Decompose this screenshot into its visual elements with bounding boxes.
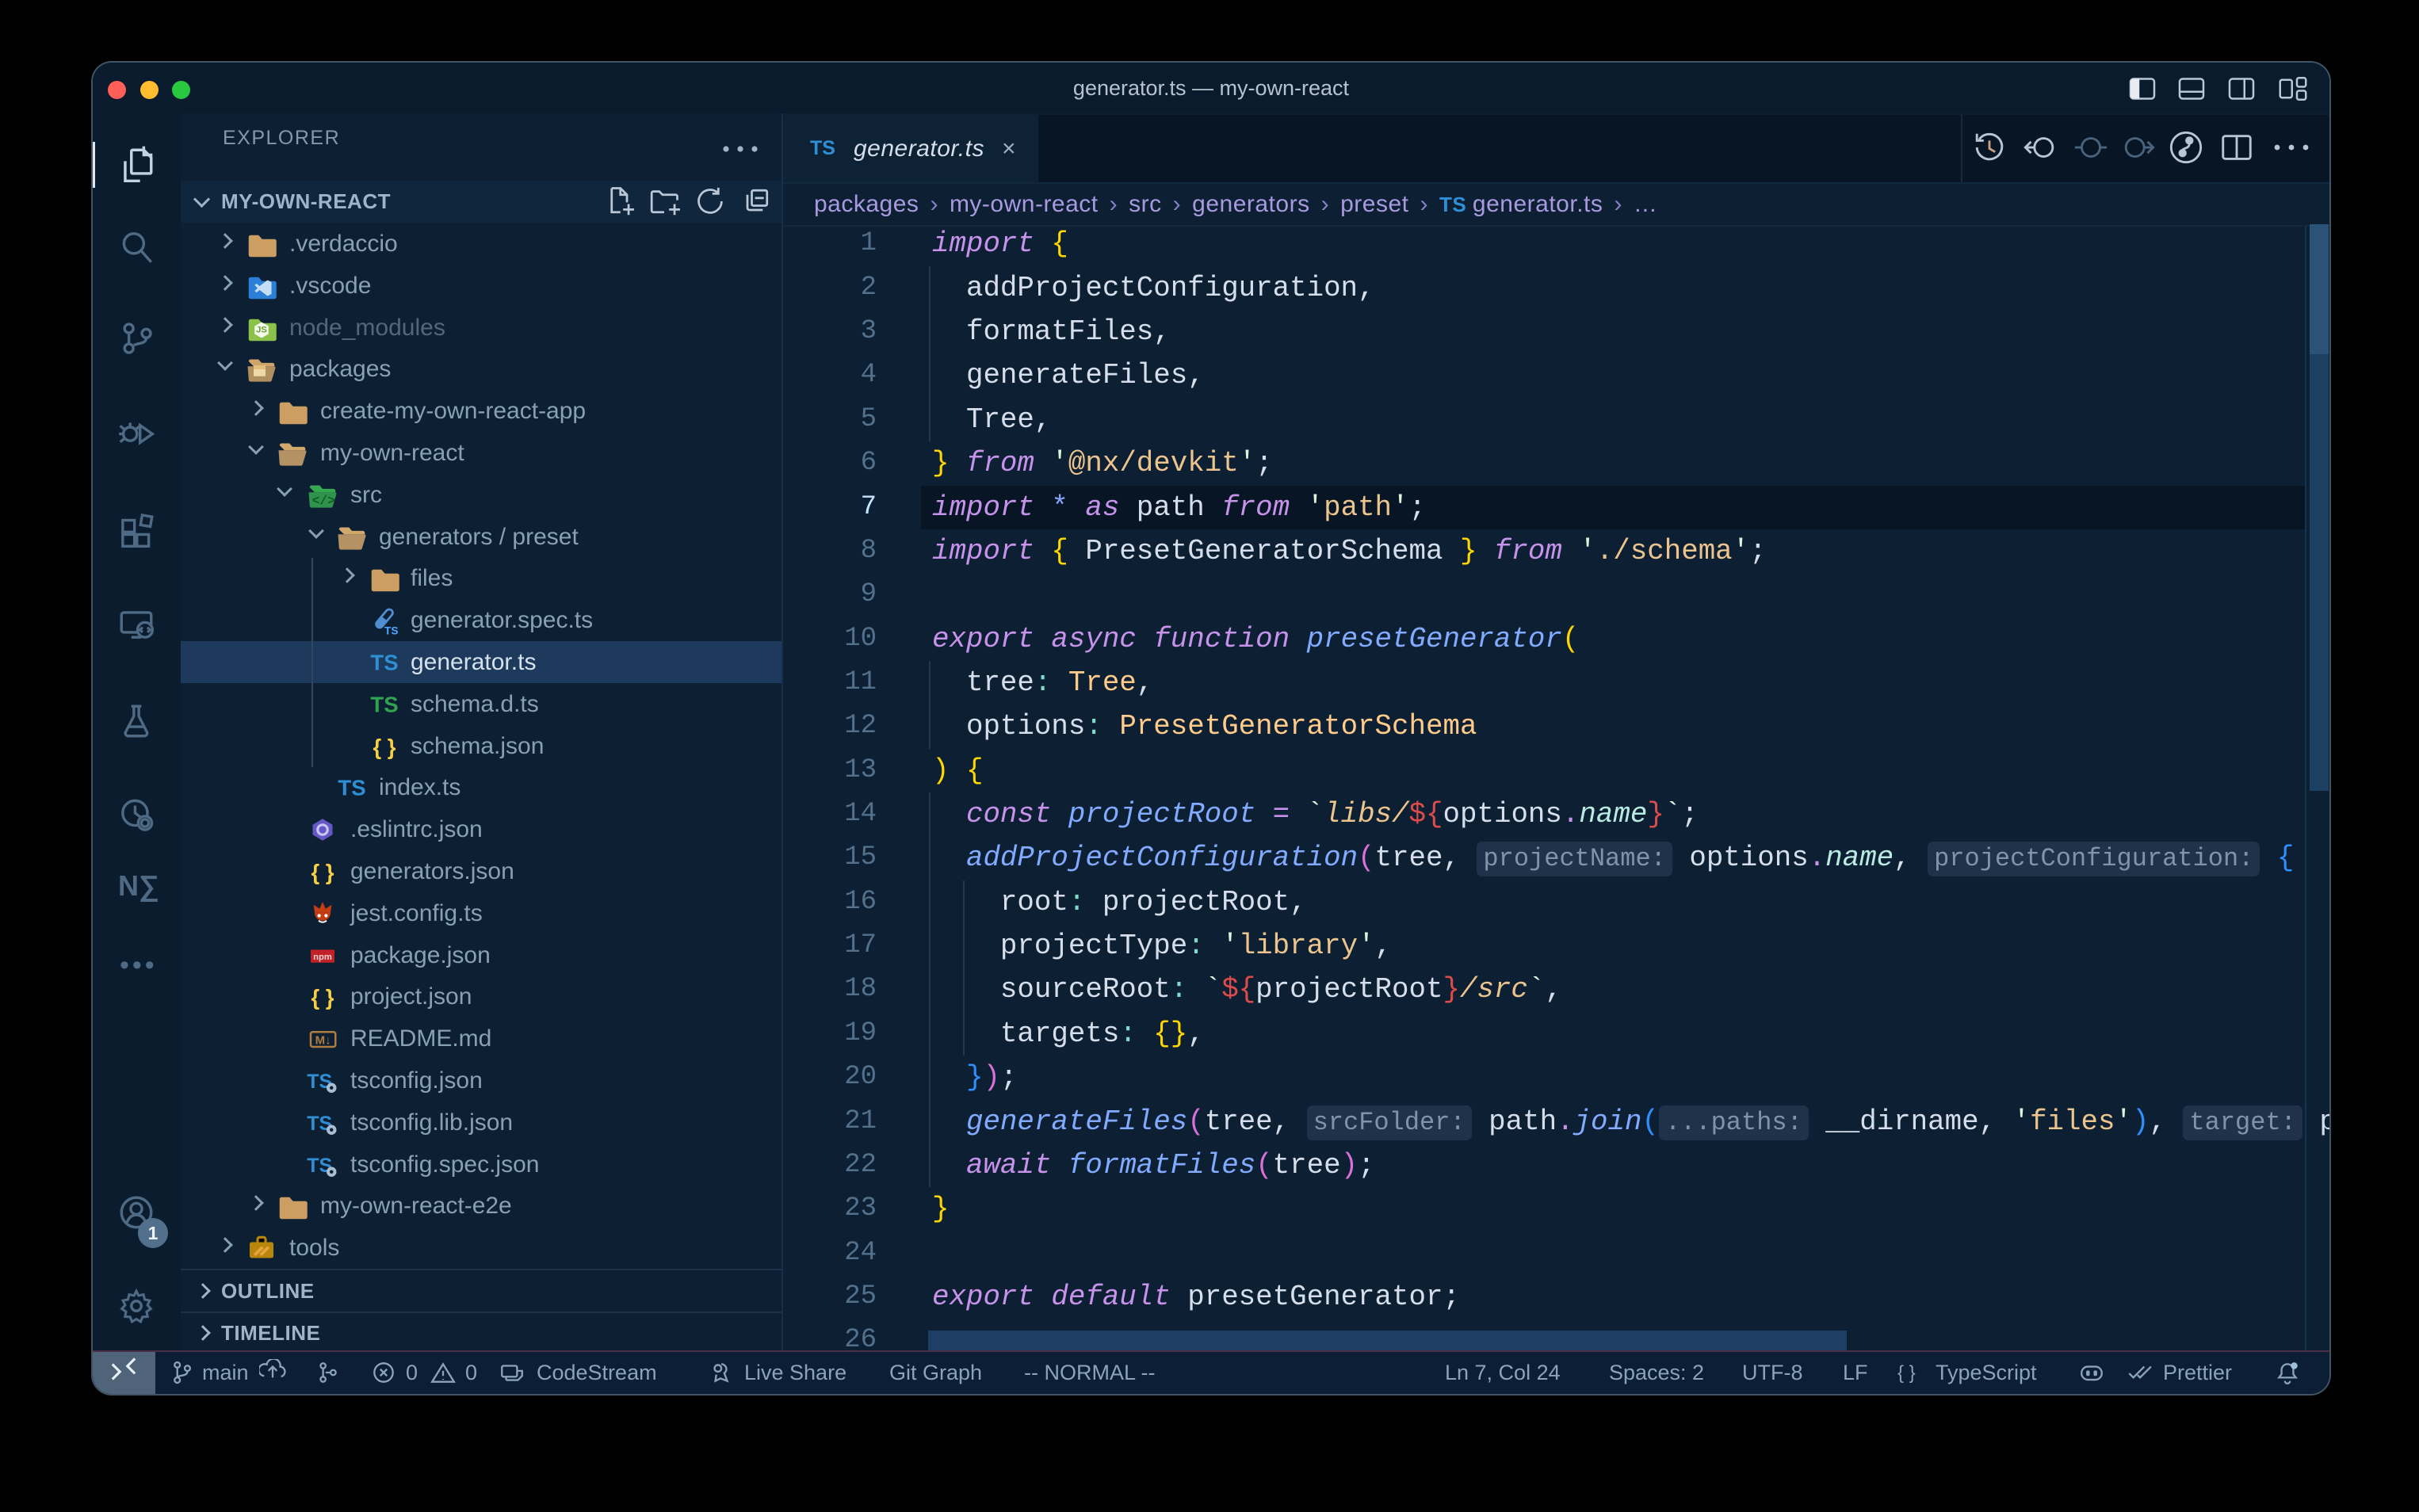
svg-text:TS: TS (370, 692, 398, 716)
svg-text:npm: npm (313, 953, 332, 962)
svg-text:TS: TS (384, 625, 399, 637)
svg-text:</>: </> (312, 493, 335, 508)
svg-text:{ }: { } (373, 735, 396, 759)
svg-text:TS: TS (338, 776, 365, 800)
svg-text:{ }: { } (311, 860, 334, 884)
svg-text:{ }: { } (311, 985, 334, 1010)
svg-text:JS: JS (256, 325, 267, 334)
svg-text:TS: TS (370, 650, 398, 674)
svg-text:M↓: M↓ (315, 1033, 331, 1047)
